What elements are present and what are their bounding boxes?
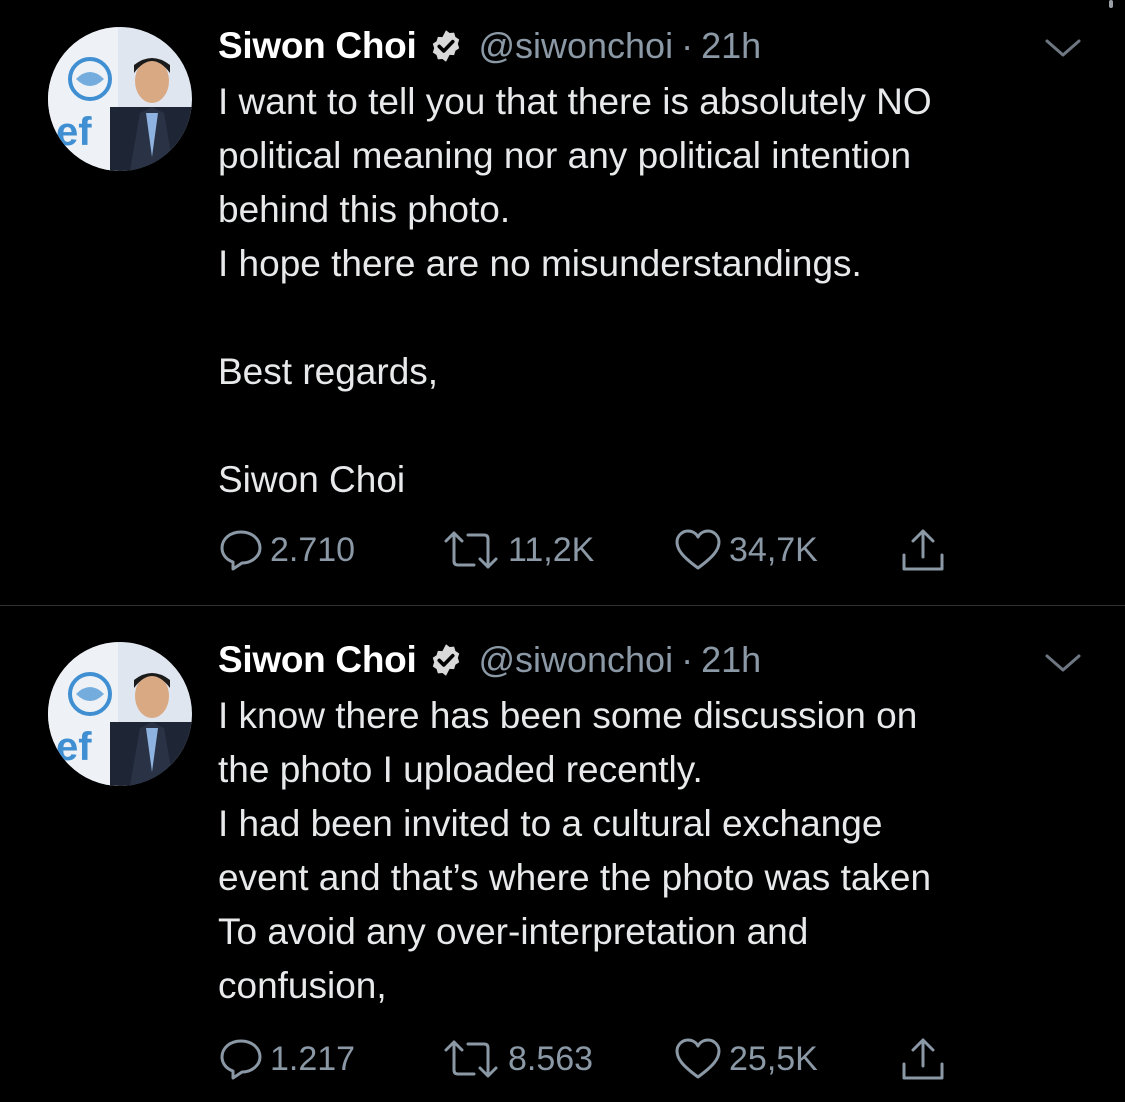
- share-icon: [902, 1038, 944, 1080]
- separator-dot: ·: [681, 25, 694, 66]
- tweet-text: I want to tell you that there is absolut…: [218, 81, 932, 500]
- retweet-icon: [444, 1040, 498, 1078]
- svg-text:ef: ef: [56, 725, 92, 769]
- heart-icon: [675, 1038, 721, 1079]
- tweet-header: Siwon Choi @siwonchoi · 21h: [218, 22, 761, 70]
- tweet-actions: 1.217 8.563 25,5K: [218, 1034, 978, 1084]
- tweet-actions: 2.710 11,2K 34,7K: [218, 525, 978, 575]
- retweet-icon: [444, 531, 498, 569]
- tweet[interactable]: ef Siwon Choi @siwonchoi · 21h I know th…: [0, 606, 1125, 1102]
- reply-count: 1.217: [270, 1039, 356, 1078]
- author-name[interactable]: Siwon Choi: [218, 25, 417, 67]
- verified-badge-icon: [433, 30, 460, 62]
- avatar[interactable]: ef: [48, 27, 192, 171]
- reply-bubble-icon: [220, 1039, 262, 1080]
- retweet-count: 11,2K: [508, 530, 595, 569]
- reply-bubble-icon: [220, 530, 262, 571]
- reply-button[interactable]: 2.710: [218, 525, 355, 575]
- tweet-text: I know there has been some discussion on…: [218, 695, 932, 1006]
- share-button[interactable]: [898, 1034, 948, 1084]
- reply-button[interactable]: 1.217: [218, 1034, 355, 1084]
- svg-text:ef: ef: [56, 110, 92, 154]
- like-button[interactable]: 25,5K: [673, 1034, 818, 1084]
- like-button[interactable]: 34,7K: [673, 525, 818, 575]
- tweet-header: Siwon Choi @siwonchoi · 21h: [218, 636, 761, 684]
- retweet-count: 8.563: [508, 1039, 594, 1078]
- chevron-down-icon[interactable]: [1043, 36, 1083, 60]
- tweet-time[interactable]: 21h: [701, 25, 761, 67]
- reply-count: 2.710: [270, 530, 356, 569]
- separator-dot: ·: [681, 639, 694, 680]
- retweet-button[interactable]: 8.563: [440, 1034, 593, 1084]
- tweet[interactable]: ef Siwon Choi @siwonchoi · 21h I want to…: [0, 0, 1125, 605]
- like-count: 34,7K: [729, 530, 818, 569]
- author-handle[interactable]: @siwonchoi: [478, 639, 673, 681]
- verified-badge-icon: [433, 644, 460, 676]
- chevron-down-icon[interactable]: [1043, 651, 1083, 675]
- author-name[interactable]: Siwon Choi: [218, 639, 417, 681]
- heart-icon: [675, 529, 721, 570]
- tweet-time[interactable]: 21h: [701, 639, 761, 681]
- share-icon: [902, 529, 944, 571]
- retweet-button[interactable]: 11,2K: [440, 525, 594, 575]
- share-button[interactable]: [898, 525, 948, 575]
- like-count: 25,5K: [729, 1039, 818, 1078]
- author-handle[interactable]: @siwonchoi: [478, 25, 673, 67]
- avatar[interactable]: ef: [48, 642, 192, 786]
